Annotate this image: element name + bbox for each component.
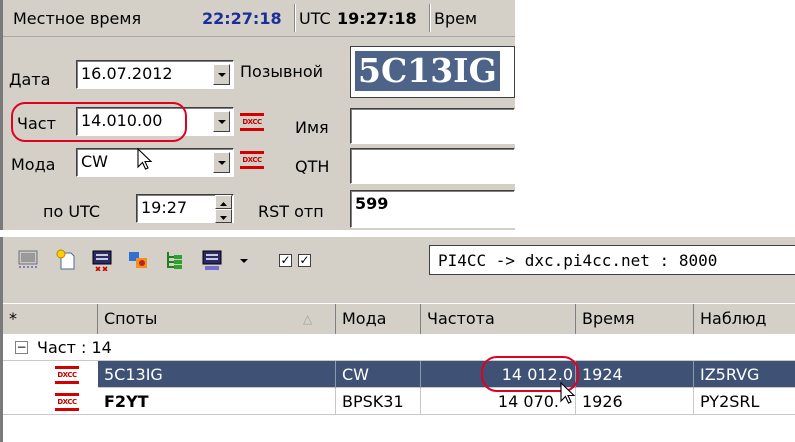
rst-sent-field[interactable]: 599 <box>350 190 515 228</box>
spot-spotter: PY2SRL <box>700 392 760 411</box>
cluster-toolbar: ✓ ✓ PI4CC -> dxc.pi4cc.net : 8000 <box>3 237 795 283</box>
mode-label: Мода <box>11 155 56 174</box>
spot-callsign: F2YT <box>98 388 336 415</box>
cluster-server-field[interactable]: PI4CC -> dxc.pi4cc.net : 8000 <box>429 245 795 275</box>
filter-icon[interactable] <box>127 249 149 271</box>
rst-sent-label: RST отп <box>258 202 324 221</box>
utc-label: UTC <box>299 9 331 28</box>
group-label: Част : 14 <box>37 338 112 357</box>
frequency-highlight-ring <box>11 102 187 142</box>
new-spot-icon[interactable] <box>55 249 77 271</box>
callsign-value: 5C13IG <box>355 51 500 91</box>
qth-field[interactable] <box>350 148 515 184</box>
mouse-cursor-icon <box>560 382 576 404</box>
status-separator <box>429 4 431 32</box>
column-header-time[interactable]: Время <box>576 304 694 334</box>
table-row[interactable]: DXCC 5C13IG CW 14 012.0 1924 IZ5RVG <box>3 361 795 388</box>
next-field-label: Врем <box>434 9 478 28</box>
utc-field-label: по UTC <box>43 202 101 221</box>
mode-field[interactable]: CW <box>76 148 234 177</box>
column-header-spotter[interactable]: Наблюд <box>694 304 795 334</box>
spot-time: 1924 <box>576 361 694 388</box>
tree-icon[interactable] <box>163 249 185 271</box>
spot-spotter: IZ5RVG <box>700 365 760 384</box>
telnet-disconnect-icon[interactable] <box>91 249 113 271</box>
callsign-field[interactable]: 5C13IG <box>350 46 515 98</box>
date-dropdown-button[interactable] <box>213 64 230 85</box>
checkbox-1[interactable]: ✓ <box>279 254 292 267</box>
spots-table-header: * Споты △ Мода Частота Время Наблюд <box>3 303 795 335</box>
utc-time-value: 19:27:18 <box>337 9 417 28</box>
qso-entry-panel: Местное время 22:27:18 UTC 19:27:18 Врем… <box>0 0 515 230</box>
column-header-star[interactable]: * <box>3 304 98 334</box>
local-time-value: 22:27:18 <box>202 9 282 28</box>
name-field[interactable] <box>350 108 515 144</box>
group-row[interactable]: − Част : 14 <box>3 334 795 361</box>
table-row[interactable]: DXCC F2YT BPSK31 14 070. 1926 PY2SRL <box>3 388 795 415</box>
mode-dropdown-button[interactable] <box>213 152 230 173</box>
spot-time: 1926 <box>576 388 694 415</box>
status-separator <box>294 4 296 32</box>
dxcc-icon[interactable]: DXCC <box>240 151 264 169</box>
checkbox-2[interactable]: ✓ <box>298 254 311 267</box>
column-header-frequency[interactable]: Частота <box>421 304 576 334</box>
dxcc-icon[interactable]: DXCC <box>240 113 264 131</box>
sort-arrow-icon: △ <box>303 312 313 326</box>
spot-mode: CW <box>336 361 421 388</box>
date-label: Дата <box>9 70 51 89</box>
name-label: Имя <box>295 118 329 137</box>
collapse-toggle-icon[interactable]: − <box>15 341 28 354</box>
frequency-dropdown-button[interactable] <box>213 111 230 132</box>
time-status-bar: Местное время 22:27:18 UTC 19:27:18 Врем <box>3 0 515 37</box>
telnet-icon[interactable] <box>17 249 39 271</box>
mouse-cursor-icon <box>137 148 153 170</box>
spot-callsign: 5C13IG <box>98 361 336 388</box>
spot-mode: BPSK31 <box>336 388 421 415</box>
local-time-label: Местное время <box>13 9 142 28</box>
date-field[interactable]: 16.07.2012 <box>76 60 234 89</box>
dropdown-arrow-icon[interactable] <box>233 249 255 271</box>
empty-row <box>3 415 795 442</box>
column-header-mode[interactable]: Мода <box>336 304 421 334</box>
utc-time-spinner[interactable] <box>215 195 232 223</box>
dx-cluster-panel: ✓ ✓ PI4CC -> dxc.pi4cc.net : 8000 * Спот… <box>0 237 795 442</box>
column-header-spots[interactable]: Споты △ <box>98 304 336 334</box>
telnet-settings-icon[interactable] <box>201 249 223 271</box>
dxcc-icon: DXCC <box>55 366 79 384</box>
spot-frequency: 14 070. <box>421 388 576 415</box>
qth-label: QTH <box>295 157 330 176</box>
dxcc-icon: DXCC <box>55 393 79 411</box>
callsign-label: Позывной <box>240 62 324 81</box>
